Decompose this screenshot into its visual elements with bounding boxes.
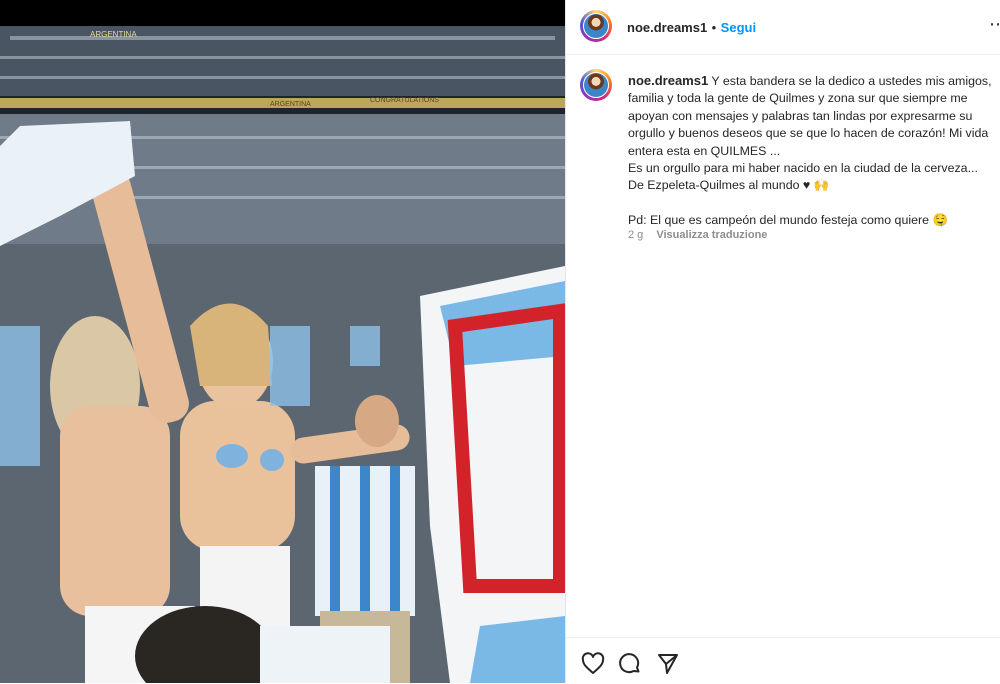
post-caption: noe.dreams1 Y esta bandera se la dedico … <box>628 72 1000 229</box>
caption-meta: 2 g Visualizza traduzione <box>628 229 767 241</box>
avatar[interactable] <box>580 10 612 42</box>
banner-text: ARGENTINA <box>90 30 137 39</box>
post-photo[interactable]: ARGENTINA CONGRATULATIONS ARGENTINA <box>0 26 565 683</box>
more-options-icon[interactable]: ⋯ <box>989 14 1000 35</box>
top-black-bar <box>0 0 565 26</box>
timestamp[interactable]: 2 g <box>628 229 643 241</box>
caption-username[interactable]: noe.dreams1 <box>628 73 708 88</box>
separator-dot: • <box>711 20 717 35</box>
action-bar <box>566 637 1000 684</box>
heart-icon[interactable] <box>581 652 605 676</box>
caption-text-3: De Ezpeleta-Quilmes al mundo ♥ 🙌 <box>628 178 830 193</box>
post-header: noe.dreams1 • Segui ⋯ <box>566 0 1000 55</box>
caption-text-2: Es un orgullo para mi haber nacido en la… <box>628 161 978 176</box>
send-icon[interactable] <box>656 652 680 676</box>
caption-text-4: Pd: El que es campeón del mundo festeja … <box>628 212 948 227</box>
comment-icon[interactable] <box>618 652 642 676</box>
follow-button[interactable]: Segui <box>721 20 756 35</box>
username-link[interactable]: noe.dreams1 <box>627 20 707 35</box>
stadium-crowd-image: ARGENTINA CONGRATULATIONS ARGENTINA <box>0 26 565 683</box>
post-side-panel: noe.dreams1 • Segui ⋯ noe.dreams1 Y esta… <box>565 0 1000 683</box>
translate-link[interactable]: Visualizza traduzione <box>656 229 767 241</box>
banner-text: CONGRATULATIONS <box>370 97 439 104</box>
banner-text: ARGENTINA <box>270 101 311 108</box>
caption-avatar[interactable] <box>580 69 612 101</box>
